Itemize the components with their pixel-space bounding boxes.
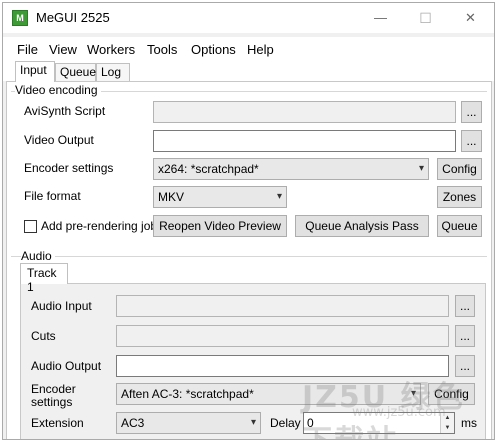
- video-config-button[interactable]: Config: [437, 158, 482, 180]
- audio-encoder-label-line1: Encoder: [31, 382, 76, 396]
- menu-tools[interactable]: Tools: [147, 42, 177, 57]
- cuts-browse-button[interactable]: ...: [455, 325, 475, 347]
- video-output-browse-button[interactable]: ...: [461, 130, 482, 152]
- prerender-label: Add pre-rendering job: [41, 219, 158, 233]
- audio-group-line: [11, 256, 487, 257]
- audio-input-field[interactable]: [116, 295, 449, 317]
- delay-label: Delay: [270, 416, 301, 430]
- menu-help[interactable]: Help: [247, 42, 274, 57]
- video-queue-button[interactable]: Queue: [437, 215, 482, 237]
- tab-track-1[interactable]: Track 1: [20, 263, 68, 294]
- extension-value: AC3: [121, 416, 145, 430]
- audio-encoder-label-line2: settings: [31, 395, 73, 409]
- menu-workers[interactable]: Workers: [87, 42, 135, 57]
- tab-log[interactable]: Log: [96, 63, 130, 81]
- input-tab-panel: Video encoding AviSynth Script ... Video…: [6, 81, 492, 439]
- window-title: MeGUI 2525: [36, 10, 110, 25]
- tab-input[interactable]: Input: [15, 61, 55, 82]
- queue-analysis-pass-button[interactable]: Queue Analysis Pass: [295, 215, 429, 237]
- main-tab-strip: Input Queue Log: [3, 61, 494, 82]
- reopen-video-preview-button[interactable]: Reopen Video Preview: [153, 215, 287, 237]
- file-format-value: MKV: [158, 190, 185, 204]
- video-encoder-settings-label: Encoder settings: [24, 161, 114, 175]
- video-encoder-select[interactable]: x264: *scratchpad* ▾: [153, 158, 429, 180]
- audio-group-label: Audio: [21, 249, 55, 263]
- audio-encoder-value: Aften AC-3: *scratchpad*: [121, 387, 254, 401]
- maximize-button[interactable]: ☐: [403, 3, 448, 33]
- avisynth-browse-button[interactable]: ...: [461, 101, 482, 123]
- audio-input-label: Audio Input: [31, 299, 92, 313]
- file-format-label: File format: [24, 189, 81, 203]
- audio-input-browse-button[interactable]: ...: [455, 295, 475, 317]
- avisynth-script-label: AviSynth Script: [24, 104, 106, 118]
- menu-view[interactable]: View: [49, 42, 77, 57]
- avisynth-script-field[interactable]: [153, 101, 456, 123]
- chevron-down-icon: ▾: [276, 191, 282, 202]
- zones-button[interactable]: Zones: [437, 186, 482, 208]
- extension-select[interactable]: AC3 ▾: [116, 412, 261, 434]
- audio-output-label: Audio Output: [31, 359, 102, 373]
- cuts-field[interactable]: [116, 325, 449, 347]
- menu-file[interactable]: File: [17, 42, 38, 57]
- extension-label: Extension: [31, 416, 84, 430]
- title-bar: M MeGUI 2525 — ☐ ✕: [3, 3, 494, 33]
- video-group-label: Video encoding: [15, 83, 101, 97]
- tab-queue[interactable]: Queue: [55, 63, 96, 81]
- prerender-checkbox[interactable]: [24, 220, 37, 233]
- megui-app-icon: M: [12, 10, 28, 26]
- minimize-button[interactable]: —: [358, 3, 403, 33]
- video-encoder-value: x264: *scratchpad*: [158, 162, 259, 176]
- menu-options[interactable]: Options: [191, 42, 236, 57]
- chevron-down-icon: ▾: [418, 163, 424, 174]
- megui-window: M MeGUI 2525 — ☐ ✕ File View Workers Too…: [2, 2, 495, 440]
- watermark-url-text: www.jz5u.com: [352, 405, 446, 420]
- chevron-down-icon: ▾: [250, 417, 256, 428]
- cuts-label: Cuts: [31, 329, 56, 343]
- close-button[interactable]: ✕: [448, 3, 493, 33]
- video-output-label: Video Output: [24, 133, 94, 147]
- video-output-field[interactable]: [153, 130, 456, 152]
- file-format-select[interactable]: MKV ▾: [153, 186, 287, 208]
- menu-bar: File View Workers Tools Options Help: [3, 37, 494, 61]
